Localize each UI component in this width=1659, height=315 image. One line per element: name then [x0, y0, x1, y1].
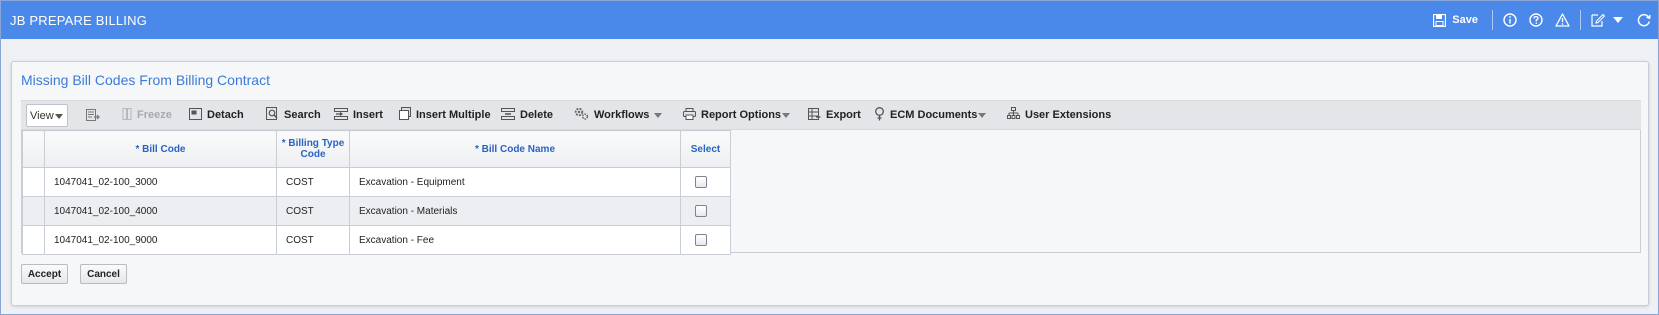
- help-icon[interactable]: [1529, 13, 1543, 27]
- report-options-label: Report Options: [701, 109, 782, 121]
- search-icon: [266, 107, 279, 123]
- header-divider: [1492, 10, 1493, 30]
- delete-label: Delete: [520, 109, 554, 121]
- detach-icon: [189, 107, 202, 123]
- freeze-icon: [122, 107, 132, 123]
- bill-code-cell[interactable]: 1047041_02-100_9000: [44, 225, 277, 255]
- insert-multiple-icon: [399, 107, 411, 123]
- chevron-down-icon[interactable]: [978, 113, 986, 118]
- view-select[interactable]: View: [26, 104, 68, 127]
- row-selector[interactable]: [22, 196, 45, 226]
- warning-icon[interactable]: [1555, 13, 1570, 27]
- insert-multiple-button[interactable]: Insert Multiple: [399, 101, 491, 129]
- app-window: JB PREPARE BILLING Save Missing Bill Cod…: [0, 0, 1659, 315]
- select-checkbox[interactable]: [694, 234, 707, 246]
- detach-button[interactable]: Detach: [189, 101, 244, 129]
- insert-multiple-label: Insert Multiple: [416, 109, 491, 121]
- detach-label: Detach: [207, 109, 244, 121]
- billing-type-cell[interactable]: COST: [276, 225, 350, 255]
- column-header-select[interactable]: Select: [680, 130, 731, 168]
- export-to-excel-button[interactable]: [86, 101, 100, 129]
- table-row[interactable]: 1047041_02-100_4000 COST Excavation - Ma…: [22, 196, 731, 226]
- row-selector[interactable]: [22, 167, 45, 197]
- table-header-row: * Bill Code * Billing Type Code * Bill C…: [22, 130, 731, 168]
- export-icon: [808, 107, 821, 123]
- header-toolbar: Save: [1433, 1, 1658, 39]
- chevron-down-icon[interactable]: [782, 113, 790, 118]
- edit-icon[interactable]: [1591, 13, 1605, 27]
- insert-label: Insert: [353, 109, 383, 121]
- report-options-button[interactable]: Report Options: [683, 101, 781, 129]
- ecm-documents-button[interactable]: ECM Documents: [874, 101, 977, 129]
- user-extensions-label: User Extensions: [1025, 109, 1112, 121]
- bill-code-name-cell[interactable]: Excavation - Fee: [349, 225, 681, 255]
- bill-code-cell[interactable]: 1047041_02-100_3000: [44, 167, 277, 197]
- user-extensions-button[interactable]: User Extensions: [1007, 101, 1111, 129]
- insert-button[interactable]: Insert: [334, 101, 383, 129]
- ecm-documents-label: ECM Documents: [890, 109, 978, 121]
- panel-title: Missing Bill Codes From Billing Contract: [21, 72, 270, 88]
- app-title: JB PREPARE BILLING: [10, 13, 148, 28]
- bill-code-name-cell[interactable]: Excavation - Materials: [349, 196, 681, 226]
- refresh-icon[interactable]: [1637, 13, 1651, 27]
- workflows-label: Workflows: [594, 109, 650, 121]
- cancel-button[interactable]: Cancel: [80, 264, 127, 284]
- grid-toolbar: View Freeze Detach Search Insert Insert …: [21, 100, 1641, 130]
- chevron-down-icon[interactable]: [654, 113, 662, 118]
- freeze-button[interactable]: Freeze: [122, 101, 172, 129]
- hierarchy-icon: [1007, 107, 1020, 123]
- bill-codes-grid: * Bill Code * Billing Type Code * Bill C…: [21, 130, 1641, 255]
- title-bar: JB PREPARE BILLING Save: [1, 1, 1658, 39]
- missing-bill-codes-panel: Missing Bill Codes From Billing Contract…: [11, 61, 1649, 306]
- accept-button[interactable]: Accept: [21, 264, 68, 284]
- freeze-label: Freeze: [137, 109, 172, 121]
- bill-code-name-cell[interactable]: Excavation - Equipment: [349, 167, 681, 197]
- search-button[interactable]: Search: [266, 101, 321, 129]
- delete-row-icon: [501, 107, 515, 123]
- printer-icon: [683, 107, 696, 123]
- export-button[interactable]: Export: [808, 101, 861, 129]
- billing-type-cell[interactable]: COST: [276, 196, 350, 226]
- insert-row-icon: [334, 107, 348, 123]
- save-label: Save: [1452, 14, 1478, 26]
- column-header-bill-code[interactable]: * Bill Code: [44, 130, 277, 168]
- column-header-billing-type-code[interactable]: * Billing Type Code: [276, 130, 350, 168]
- export-label: Export: [826, 109, 861, 121]
- save-icon: [1433, 13, 1447, 27]
- search-label: Search: [284, 109, 321, 121]
- view-select-label: View: [30, 109, 54, 122]
- save-button[interactable]: Save: [1433, 13, 1478, 27]
- chevron-down-icon[interactable]: [1613, 16, 1623, 24]
- info-icon[interactable]: [1503, 13, 1517, 27]
- table-row[interactable]: 1047041_02-100_3000 COST Excavation - Eq…: [22, 167, 731, 197]
- select-cell: [680, 167, 731, 197]
- grid-export-icon: [86, 108, 100, 122]
- row-selector-header: [22, 130, 45, 168]
- bill-code-cell[interactable]: 1047041_02-100_4000: [44, 196, 277, 226]
- chevron-down-icon: [55, 114, 63, 119]
- ecm-documents-icon: [874, 106, 885, 124]
- workflows-gear-icon: [574, 107, 589, 123]
- select-cell: [680, 196, 731, 226]
- billing-type-cell[interactable]: COST: [276, 167, 350, 197]
- bill-codes-table: * Bill Code * Billing Type Code * Bill C…: [22, 130, 731, 255]
- workflows-button[interactable]: Workflows: [574, 101, 649, 129]
- table-row[interactable]: 1047041_02-100_9000 COST Excavation - Fe…: [22, 225, 731, 255]
- column-header-bill-code-name[interactable]: * Bill Code Name: [349, 130, 681, 168]
- billing-type-header-line1: * Billing Type: [281, 138, 345, 149]
- select-checkbox[interactable]: [694, 176, 707, 188]
- select-cell: [680, 225, 731, 255]
- billing-type-header-line2: Code: [300, 149, 326, 160]
- delete-button[interactable]: Delete: [501, 101, 553, 129]
- header-divider: [1580, 10, 1581, 30]
- select-checkbox[interactable]: [694, 205, 707, 217]
- row-selector[interactable]: [22, 225, 45, 255]
